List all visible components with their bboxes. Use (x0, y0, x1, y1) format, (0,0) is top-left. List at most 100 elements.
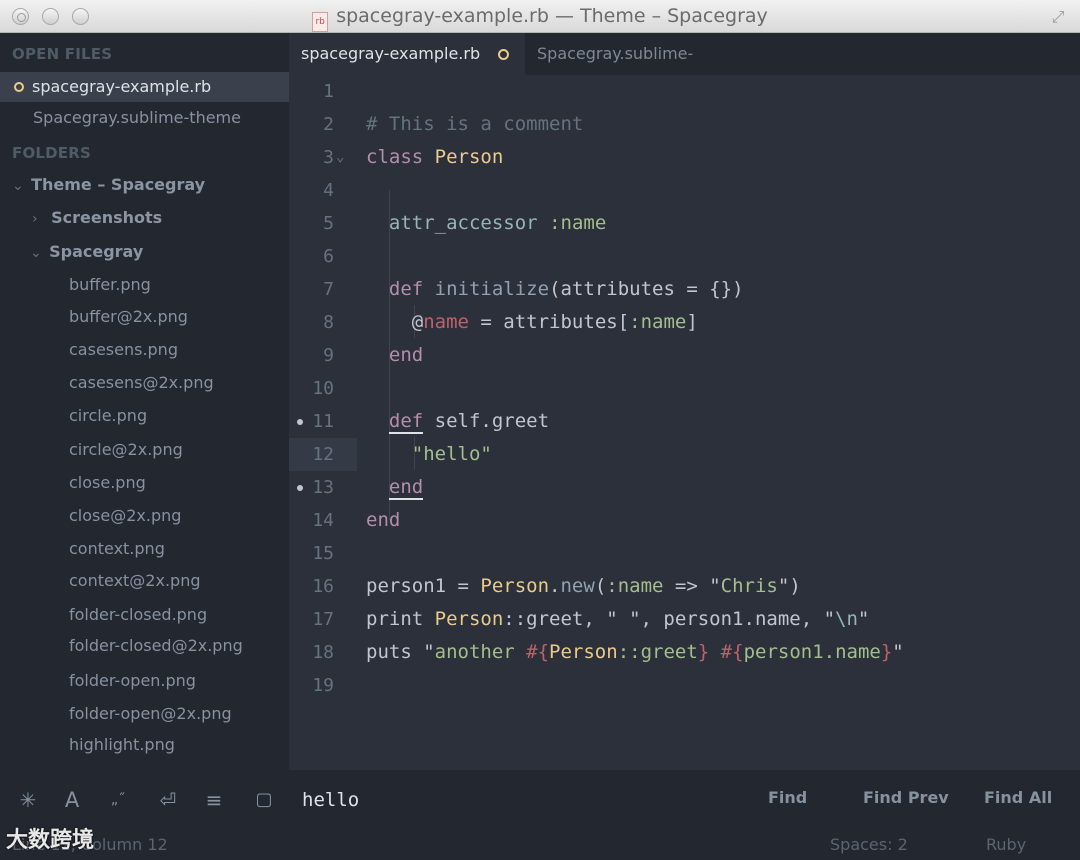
line-number: 8 (323, 312, 334, 333)
window-title-text: spacegray-example.rb — Theme – Spacegray (336, 5, 768, 27)
find-all-button[interactable]: Find All (984, 788, 1052, 807)
folders-header: FOLDERS (12, 144, 92, 162)
code-symbol: :name (629, 311, 687, 333)
line-number-current: 12 (289, 438, 357, 471)
in-selection-icon[interactable]: ≡ (202, 788, 226, 812)
code-keyword: end (388, 344, 424, 366)
file-item[interactable]: folder-closed.png (0, 600, 289, 630)
status-bar: Line 12, Column 12 Spaces: 2 Ruby (0, 830, 1080, 860)
highlight-matches-icon[interactable]: ▢ (252, 788, 276, 812)
fullscreen-icon[interactable]: ⤢ (1048, 7, 1068, 27)
open-file-item[interactable]: spacegray-example.rb (0, 72, 289, 102)
code-ivar: name (423, 311, 469, 333)
code-symbol: :name (606, 575, 664, 597)
line-number: 18 (312, 642, 334, 663)
file-item[interactable]: circle.png (0, 401, 289, 431)
code-interp: } (880, 641, 893, 663)
code-text: ( (594, 575, 607, 597)
code-text: @ (411, 311, 424, 333)
code-line: # This is a comment (366, 108, 583, 141)
sidebar: OPEN FILES spacegray-example.rb Spacegra… (0, 33, 289, 770)
folder-spacegray[interactable]: ⌄ Spacegray (0, 237, 289, 267)
line-number: 14 (312, 510, 334, 531)
line-number: 7 (323, 279, 334, 300)
tab-spacegray-example[interactable]: spacegray-example.rb (289, 33, 525, 75)
file-item[interactable]: close.png (0, 468, 289, 498)
open-file-item[interactable]: Spacegray.sublime-theme (0, 103, 289, 133)
file-item[interactable]: context.png (0, 534, 289, 564)
line-number: 9 (323, 345, 334, 366)
code-line: def initialize(attributes = {}) (366, 273, 744, 306)
code-editor[interactable]: 1 2 # This is a comment 3 ⌄ class Person 4 … (289, 75, 1080, 770)
code-line: end (366, 504, 400, 537)
find-prev-button[interactable]: Find Prev (863, 788, 949, 807)
whole-word-icon[interactable]: „˝ (106, 788, 130, 812)
line-number: 15 (312, 543, 334, 564)
code-text: " (857, 608, 870, 630)
code-text: self.greet (434, 410, 550, 432)
file-item[interactable]: buffer.png (0, 270, 289, 300)
code-text: (attributes = {}) (549, 278, 744, 300)
line-number: 2 (323, 114, 334, 135)
folder-screenshots[interactable]: › Screenshots (0, 203, 289, 233)
code-text: " (411, 443, 424, 465)
folder-root[interactable]: ⌄ Theme – Spacegray (0, 170, 289, 200)
code-class: Person (480, 575, 550, 597)
indentation-status[interactable]: Spaces: 2 (830, 835, 908, 854)
code-line: @name = attributes[:name] (366, 306, 698, 339)
code-line: puts "another #{Person::greet} #{person1… (366, 636, 904, 669)
file-item[interactable]: buffer@2x.png (0, 302, 289, 332)
find-button[interactable]: Find (768, 788, 807, 807)
file-item[interactable]: context@2x.png (0, 566, 289, 596)
code-interp: #{ (720, 641, 744, 663)
window-title: rb spacegray-example.rb — Theme – Spacegr… (0, 5, 1080, 32)
code-method: attr_accessor (388, 212, 538, 234)
file-item[interactable]: folder-closed@2x.png (0, 631, 289, 661)
line-number: 1 (323, 81, 334, 102)
code-text: . (549, 575, 561, 597)
tab-bar: spacegray-example.rb Spacegray.sublime-t… (289, 33, 1080, 105)
line-number: 17 (312, 609, 334, 630)
code-class: Person (434, 146, 504, 168)
find-input[interactable]: hello (290, 780, 720, 820)
line-number: 4 (323, 180, 334, 201)
code-function: new (560, 575, 595, 597)
fold-chevron-icon[interactable]: ⌄ (336, 141, 344, 174)
code-string: hello (423, 443, 481, 465)
file-item[interactable]: close@2x.png (0, 501, 289, 531)
code-interp: #{ (526, 641, 550, 663)
ruby-file-icon: rb (312, 12, 329, 32)
file-item[interactable]: folder-open@2x.png (0, 699, 289, 729)
file-item[interactable]: highlight.png (0, 730, 289, 760)
file-item[interactable]: folder-open.png (0, 666, 289, 696)
case-sensitive-icon[interactable]: A (60, 788, 84, 812)
file-item[interactable]: circle@2x.png (0, 435, 289, 465)
code-text: ::greet (617, 641, 698, 663)
modified-dot-icon[interactable] (498, 49, 509, 60)
line-number: 19 (312, 675, 334, 696)
line-number: 13 (312, 477, 334, 498)
code-class: Person (434, 608, 504, 630)
code-interp: } (697, 641, 710, 663)
line-number: 16 (312, 576, 334, 597)
code-keyword: end (388, 476, 424, 500)
regex-icon[interactable]: ✳ (16, 788, 40, 812)
file-item[interactable]: casesens.png (0, 335, 289, 365)
line-number: 3 (323, 147, 334, 168)
code-class: Person (549, 641, 618, 663)
line-number: 11 (312, 411, 334, 432)
code-line: print Person::greet, " ", person1.name, … (366, 603, 869, 636)
code-text: person1.name (743, 641, 881, 663)
wrap-icon[interactable]: ⏎ (156, 788, 180, 812)
code-keyword: def (388, 410, 424, 434)
code-text: ] (686, 311, 698, 333)
code-keyword: def (388, 278, 424, 300)
chevron-down-icon: ⌄ (12, 178, 24, 194)
tab-spacegray-theme[interactable]: Spacegray.sublime-theme (525, 33, 725, 105)
open-file-label: Spacegray.sublime-theme (33, 108, 241, 127)
code-text: print (366, 608, 435, 630)
tab-label: spacegray-example.rb (301, 44, 481, 63)
file-item[interactable]: casesens@2x.png (0, 368, 289, 398)
code-line: def self.greet (366, 405, 549, 438)
syntax-status[interactable]: Ruby (986, 835, 1026, 854)
